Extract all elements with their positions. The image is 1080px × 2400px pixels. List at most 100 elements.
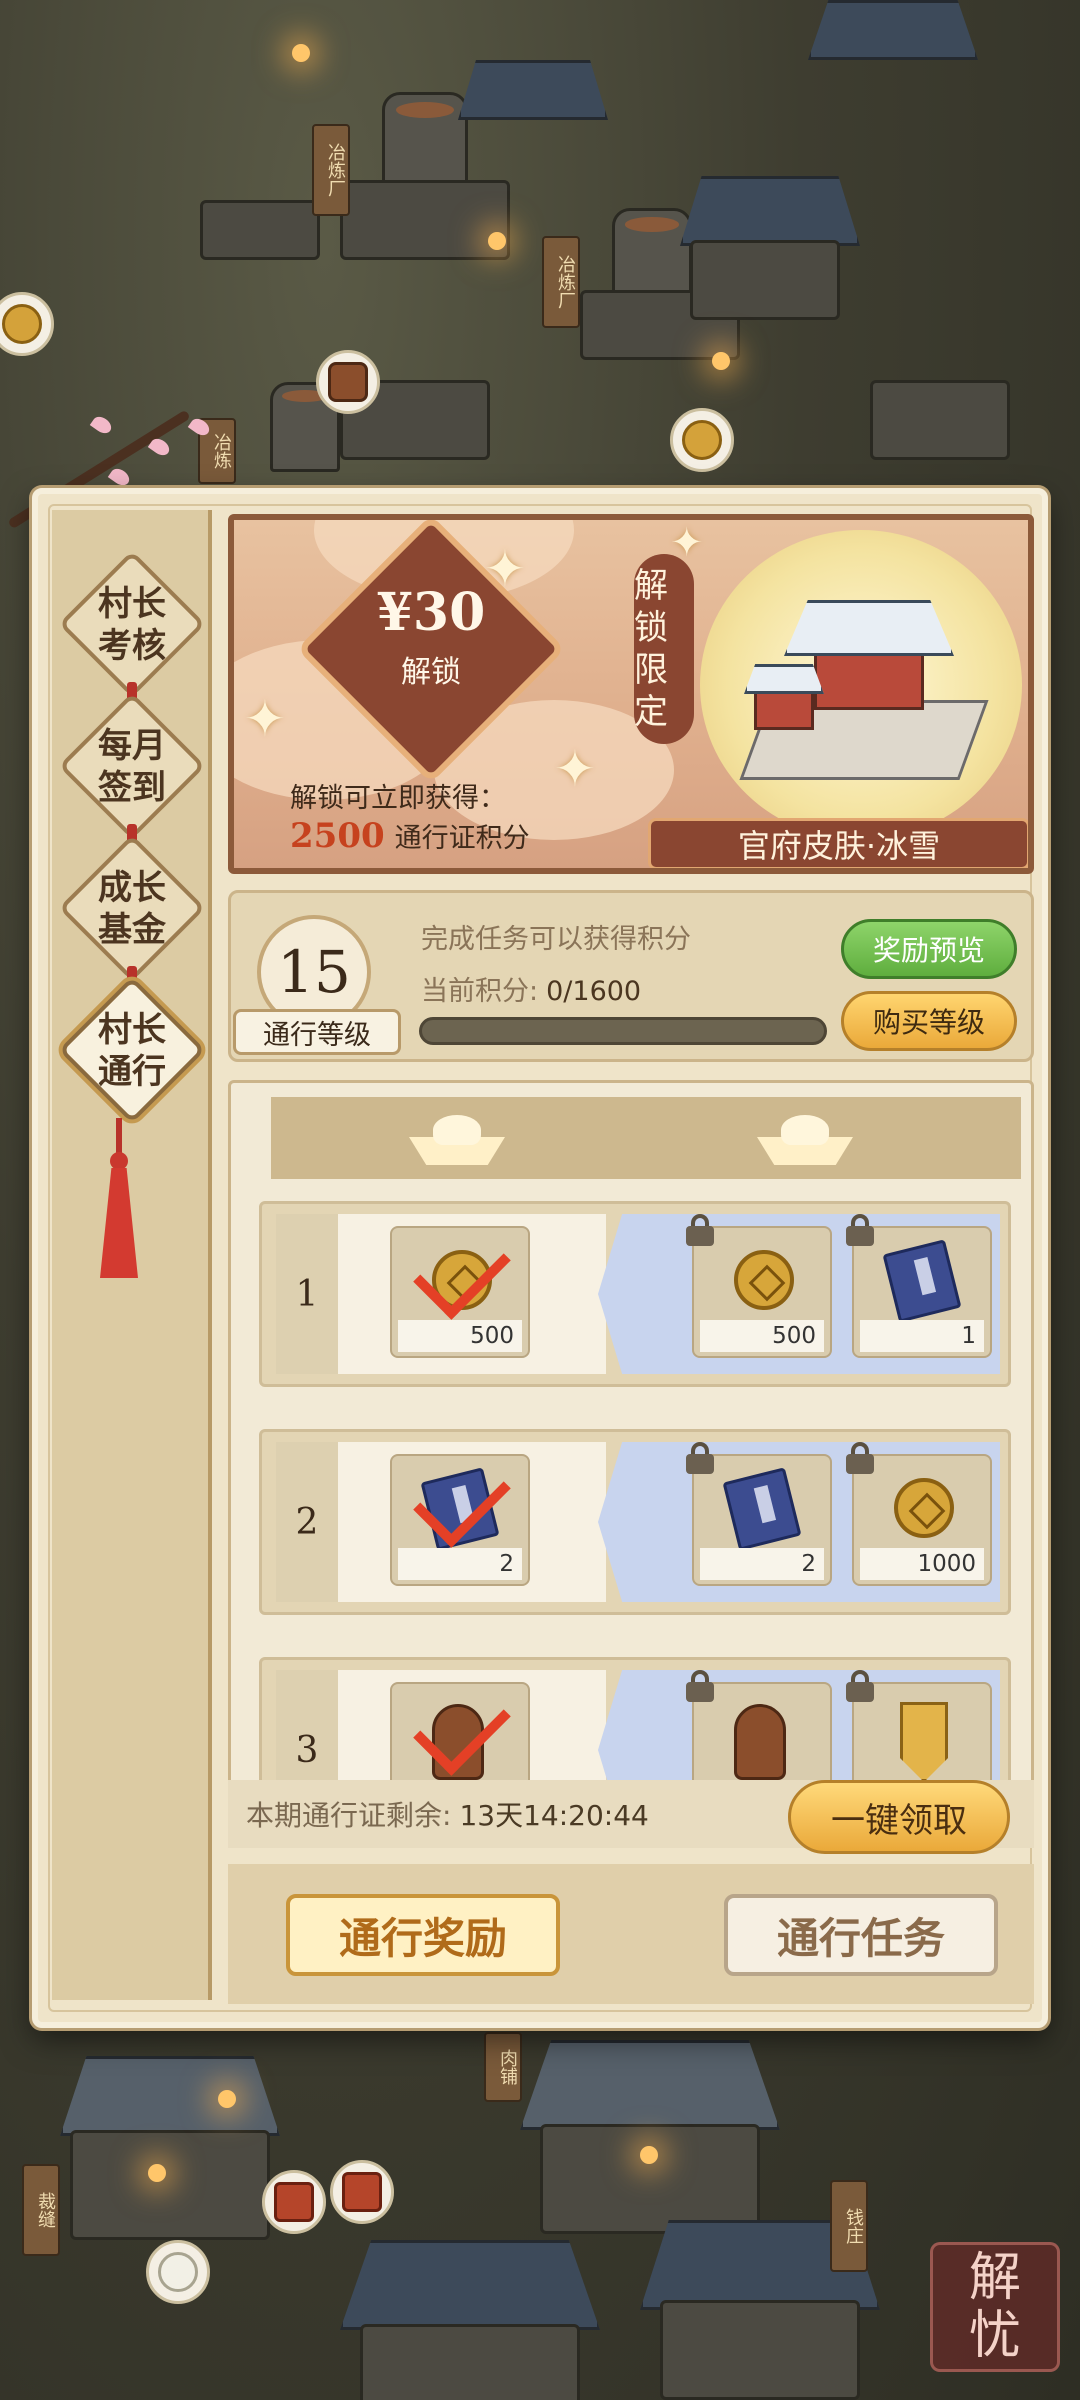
sparkle-icon: ✦ <box>554 740 596 798</box>
points-progress-bar <box>419 1017 827 1045</box>
house-roof <box>520 2040 780 2130</box>
reward-preview-button[interactable]: 奖励预览 <box>841 919 1017 979</box>
shop-banner: 冶炼厂 <box>312 124 350 216</box>
medal-token-icon <box>900 1702 948 1782</box>
pass-level-section: 15 通行等级 完成任务可以获得积分 当前积分: 0/1600 奖励预览 购买等级 <box>228 890 1034 1062</box>
reward-count: 1 <box>860 1320 984 1352</box>
task-tip: 完成任务可以获得积分 <box>421 924 691 955</box>
lantern-light <box>218 2090 236 2108</box>
house-roof <box>808 0 978 60</box>
reward-row: 1 500 500 1 <box>259 1201 1011 1387</box>
premium-track-ingot-icon <box>757 1115 853 1171</box>
premium-reward-slot[interactable]: 2 <box>686 1442 832 1586</box>
house-roof <box>340 2240 600 2330</box>
copper-coin-icon <box>734 1250 794 1310</box>
lock-icon <box>686 1670 714 1702</box>
shop-banner: 冶炼厂 <box>542 236 580 328</box>
limited-badge: 解锁限定 <box>634 554 694 744</box>
reward-count: 1000 <box>860 1548 984 1580</box>
remaining-time: 本期通行证剩余: 13天14:20:44 <box>246 1794 649 1834</box>
premium-unlock-banner[interactable]: ¥30 解锁 ✦ ✦ ✦ ✦ 解锁可立即获得： 2500 通行证积分 解锁限定 官… <box>228 514 1034 874</box>
current-points-value: 0/1600 <box>546 976 642 1007</box>
lantern-light <box>148 2164 166 2182</box>
tab-label: 村长考核 <box>98 584 166 666</box>
workshop <box>200 200 320 260</box>
premium-reward-slot[interactable]: 1 <box>846 1214 992 1358</box>
sparkle-icon: ✦ <box>484 540 526 598</box>
tab-label: 每月签到 <box>98 726 166 808</box>
unlock-points: 2500 通行证积分 <box>290 816 530 856</box>
tab-village-assessment[interactable]: 村长考核 <box>58 550 206 698</box>
house-roof <box>60 2056 280 2136</box>
remaining-label: 本期通行证剩余: <box>246 1799 452 1832</box>
tab-label: 成长基金 <box>98 868 166 950</box>
book-icon <box>722 1467 802 1551</box>
smelter-building <box>340 180 510 260</box>
unlock-desc: 解锁可立即获得： <box>290 783 506 814</box>
free-reward-slot[interactable]: 500 <box>390 1222 530 1358</box>
logo-char: 解 <box>968 2248 1021 2308</box>
palace-skin-icon <box>739 580 989 790</box>
premium-reward-slot[interactable]: 500 <box>686 1214 832 1358</box>
wood-log-icon <box>734 1704 786 1780</box>
premium-reward-slot[interactable]: 1000 <box>846 1442 992 1586</box>
pass-remaining-bar: 本期通行证剩余: 13天14:20:44 一键领取 <box>228 1780 1034 1854</box>
reward-count: 500 <box>700 1320 824 1352</box>
lantern-light <box>488 232 506 250</box>
lock-icon <box>686 1442 714 1474</box>
shop-banner: 裁缝 <box>22 2164 60 2256</box>
coin-bubble-icon[interactable] <box>0 292 54 356</box>
lock-icon <box>846 1442 874 1474</box>
level-label: 通行等级 <box>233 1009 401 1055</box>
unlock-label: 解锁 <box>401 655 461 690</box>
row-level: 2 <box>276 1442 338 1602</box>
wood-bubble-icon[interactable] <box>316 350 380 414</box>
copper-coin-icon <box>894 1478 954 1538</box>
tab-label: 村长通行 <box>98 1010 166 1092</box>
tab-pass-tasks[interactable]: 通行任务 <box>724 1894 998 1976</box>
buy-level-button[interactable]: 购买等级 <box>841 991 1017 1051</box>
lock-icon <box>846 1670 874 1702</box>
logo-char: 忧 <box>968 2306 1021 2366</box>
lantern-light <box>712 352 730 370</box>
house <box>660 2300 860 2400</box>
house <box>360 2324 580 2400</box>
row-level: 1 <box>276 1214 338 1374</box>
blossom-petal <box>89 413 115 437</box>
house <box>70 2130 270 2240</box>
reward-count: 500 <box>398 1320 522 1352</box>
price-tag[interactable]: ¥30 解锁 <box>324 582 538 691</box>
reward-count: 2 <box>398 1548 522 1580</box>
coin-bubble-icon[interactable] <box>670 408 734 472</box>
tab-village-pass[interactable]: 村长通行 <box>58 966 206 1124</box>
blossom-petal <box>107 465 133 489</box>
lantern-light <box>292 44 310 62</box>
skin-name-plate: 官府皮肤·冰雪 <box>648 818 1028 868</box>
claim-all-button[interactable]: 一键领取 <box>788 1780 1010 1854</box>
tab-monthly-signin[interactable]: 每月签到 <box>58 682 206 840</box>
jieyou-logo[interactable]: 解 忧 <box>930 2242 1060 2372</box>
current-points: 当前积分: 0/1600 <box>421 969 641 1008</box>
reward-row: 2 2 2 1000 <box>259 1429 1011 1615</box>
lock-icon <box>846 1214 874 1246</box>
reward-count: 2 <box>700 1548 824 1580</box>
tab-growth-fund[interactable]: 成长基金 <box>58 824 206 982</box>
free-reward-slot[interactable]: 2 <box>390 1450 530 1586</box>
lantern-light <box>640 2146 658 2164</box>
remaining-value: 13天14:20:44 <box>459 1799 649 1832</box>
meat-bubble-icon[interactable] <box>262 2170 326 2234</box>
side-tab-strip: 村长考核 每月签到 成长基金 村长通行 <box>52 510 212 2000</box>
shop-banner: 钱庄 <box>830 2180 868 2272</box>
pass-bottom-tabs: 通行奖励 通行任务 <box>228 1864 1034 2004</box>
reward-track-header <box>271 1097 1021 1179</box>
shop-banner: 肉铺 <box>484 2032 522 2102</box>
village-pass-panel: 村长考核 每月签到 成长基金 村长通行 ¥30 解锁 ✦ ✦ ✦ ✦ 解锁可立即… <box>32 488 1048 2028</box>
lock-icon <box>686 1214 714 1246</box>
house <box>870 380 1010 460</box>
meat-bubble-icon[interactable] <box>330 2160 394 2224</box>
points-label: 通行证积分 <box>394 823 530 854</box>
claimed-check-icon <box>413 1222 511 1320</box>
tab-pass-rewards[interactable]: 通行奖励 <box>286 1894 560 1976</box>
garlic-bubble-icon[interactable] <box>146 2240 210 2304</box>
house-roof <box>458 60 608 120</box>
